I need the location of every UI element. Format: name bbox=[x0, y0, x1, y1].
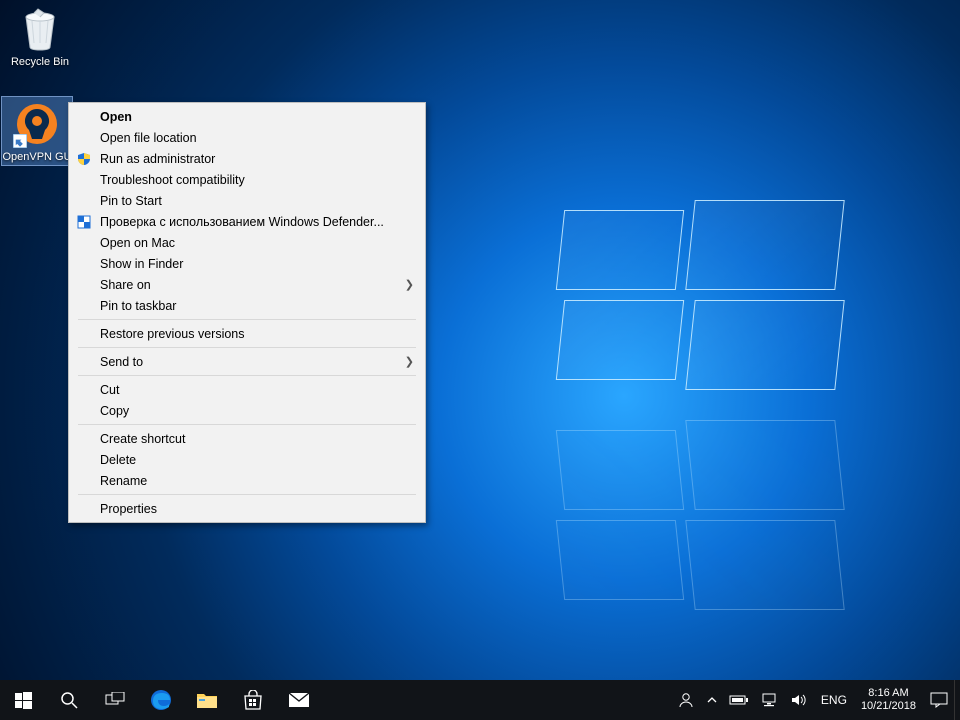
clock-date: 10/21/2018 bbox=[861, 700, 916, 713]
chevron-right-icon: ❯ bbox=[405, 355, 414, 368]
tray-clock[interactable]: 8:16 AM 10/21/2018 bbox=[853, 680, 924, 720]
menu-item-copy[interactable]: Copy bbox=[70, 400, 424, 421]
desktop-icon-openvpn[interactable]: OpenVPN GU bbox=[2, 97, 72, 165]
menu-item-open-file-location[interactable]: Open file location bbox=[70, 127, 424, 148]
tray-overflow[interactable] bbox=[701, 680, 723, 720]
task-view-button[interactable] bbox=[92, 680, 138, 720]
menu-item-share-on[interactable]: Share on ❯ bbox=[70, 274, 424, 295]
network-icon bbox=[761, 693, 779, 707]
menu-item-create-shortcut[interactable]: Create shortcut bbox=[70, 428, 424, 449]
tray-battery[interactable] bbox=[723, 680, 755, 720]
menu-item-pin-to-taskbar[interactable]: Pin to taskbar bbox=[70, 295, 424, 316]
menu-item-open[interactable]: Open bbox=[70, 106, 424, 127]
defender-icon bbox=[76, 214, 92, 230]
desktop[interactable]: Recycle Bin OpenVPN GU Open Open file lo… bbox=[0, 0, 960, 720]
task-view-icon bbox=[105, 692, 125, 708]
chevron-right-icon: ❯ bbox=[405, 278, 414, 291]
show-desktop-button[interactable] bbox=[954, 680, 960, 720]
windows-logo-icon bbox=[15, 692, 32, 709]
context-menu: Open Open file location Run as administr… bbox=[68, 102, 426, 523]
menu-item-defender-scan[interactable]: Проверка с использованием Windows Defend… bbox=[70, 211, 424, 232]
menu-item-troubleshoot[interactable]: Troubleshoot compatibility bbox=[70, 169, 424, 190]
menu-item-properties[interactable]: Properties bbox=[70, 498, 424, 519]
edge-icon bbox=[150, 689, 172, 711]
tray-language[interactable]: ENG bbox=[815, 680, 853, 720]
menu-item-show-in-finder[interactable]: Show in Finder bbox=[70, 253, 424, 274]
mail-icon bbox=[288, 692, 310, 708]
tray-network[interactable] bbox=[755, 680, 785, 720]
taskbar-app-edge[interactable] bbox=[138, 680, 184, 720]
menu-item-run-as-admin[interactable]: Run as administrator bbox=[70, 148, 424, 169]
menu-item-pin-to-start[interactable]: Pin to Start bbox=[70, 190, 424, 211]
recycle-bin-icon bbox=[16, 5, 64, 53]
clock-time: 8:16 AM bbox=[868, 687, 908, 700]
menu-item-open-on-mac[interactable]: Open on Mac bbox=[70, 232, 424, 253]
taskbar-app-explorer[interactable] bbox=[184, 680, 230, 720]
menu-separator bbox=[78, 347, 416, 348]
openvpn-icon bbox=[13, 100, 61, 148]
menu-item-cut[interactable]: Cut bbox=[70, 379, 424, 400]
menu-separator bbox=[78, 494, 416, 495]
desktop-icon-label: Recycle Bin bbox=[11, 56, 69, 68]
chevron-up-icon bbox=[707, 695, 717, 705]
store-icon bbox=[243, 690, 263, 710]
taskbar: ENG 8:16 AM 10/21/2018 bbox=[0, 680, 960, 720]
desktop-icon-label: OpenVPN GU bbox=[2, 151, 71, 163]
menu-item-rename[interactable]: Rename bbox=[70, 470, 424, 491]
tray-people[interactable] bbox=[671, 680, 701, 720]
start-button[interactable] bbox=[0, 680, 46, 720]
menu-separator bbox=[78, 375, 416, 376]
notification-icon bbox=[930, 692, 948, 708]
search-icon bbox=[60, 691, 78, 709]
menu-separator bbox=[78, 424, 416, 425]
menu-item-restore-versions[interactable]: Restore previous versions bbox=[70, 323, 424, 344]
search-button[interactable] bbox=[46, 680, 92, 720]
windows-logo-decor bbox=[560, 200, 840, 400]
menu-separator bbox=[78, 319, 416, 320]
tray-volume[interactable] bbox=[785, 680, 815, 720]
shield-icon bbox=[76, 151, 92, 167]
desktop-icon-recycle-bin[interactable]: Recycle Bin bbox=[5, 5, 75, 68]
menu-item-send-to[interactable]: Send to ❯ bbox=[70, 351, 424, 372]
folder-icon bbox=[196, 691, 218, 709]
speaker-icon bbox=[791, 693, 809, 707]
tray-action-center[interactable] bbox=[924, 680, 954, 720]
taskbar-app-store[interactable] bbox=[230, 680, 276, 720]
battery-icon bbox=[729, 694, 749, 706]
windows-logo-reflection bbox=[560, 410, 840, 610]
menu-item-delete[interactable]: Delete bbox=[70, 449, 424, 470]
taskbar-app-mail[interactable] bbox=[276, 680, 322, 720]
people-icon bbox=[677, 691, 695, 709]
